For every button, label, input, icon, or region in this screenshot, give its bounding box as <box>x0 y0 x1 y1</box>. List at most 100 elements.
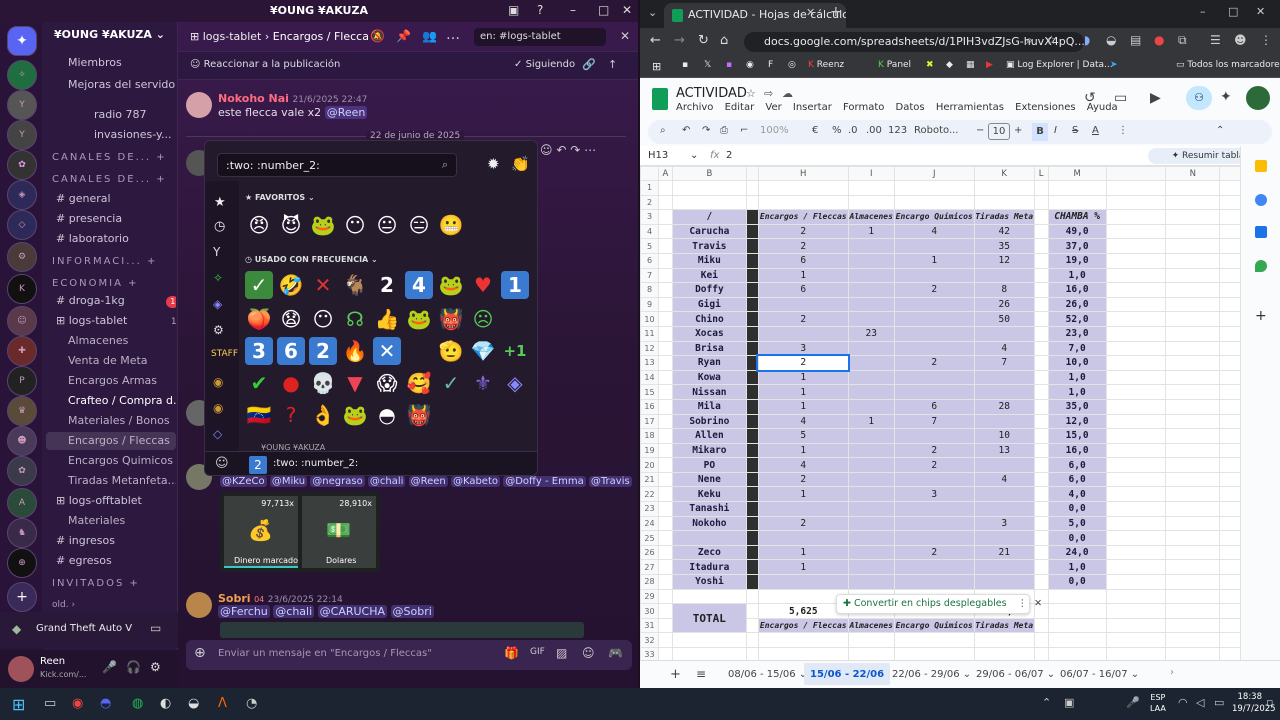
chamba-cell[interactable]: 1,0 <box>1047 559 1107 576</box>
x-button-icon[interactable]: ✕ <box>373 337 401 365</box>
cell[interactable] <box>1165 238 1221 254</box>
mention[interactable]: @Sobri <box>390 605 434 618</box>
cell[interactable] <box>1165 442 1221 459</box>
cell[interactable] <box>1165 457 1221 473</box>
cell[interactable] <box>1105 501 1167 517</box>
nauseated-icon[interactable]: ☹ <box>469 305 497 333</box>
value-cell[interactable] <box>973 559 1035 576</box>
cell[interactable] <box>745 398 759 415</box>
row-header[interactable]: 11 <box>640 325 659 342</box>
value-cell[interactable] <box>973 501 1035 517</box>
cell[interactable] <box>745 296 759 313</box>
spotify-icon[interactable]: ◍ <box>132 696 143 711</box>
value-cell[interactable] <box>847 442 895 459</box>
cell[interactable] <box>847 180 895 196</box>
members-item[interactable]: Miembros <box>46 54 176 72</box>
value-cell[interactable]: 1 <box>757 559 849 576</box>
cell[interactable] <box>1105 355 1167 371</box>
name-cell[interactable]: Brisa <box>671 340 747 357</box>
value-cell[interactable] <box>847 559 895 576</box>
chamba-cell[interactable]: 1,0 <box>1047 384 1107 400</box>
column-header[interactable]: L <box>1033 166 1049 181</box>
value-cell[interactable]: 1 <box>847 223 895 240</box>
column-header[interactable]: I <box>847 166 895 181</box>
scroll-arrow-icon[interactable]: › <box>1170 667 1174 678</box>
name-cell[interactable]: Travis <box>671 238 747 254</box>
value-cell[interactable]: 13 <box>973 442 1035 459</box>
server-icon[interactable]: ✿ <box>7 150 37 180</box>
help-icon[interactable]: ? <box>537 3 543 17</box>
column-header[interactable]: N <box>1165 166 1221 181</box>
ok-hand-icon[interactable]: 👌 <box>309 401 337 429</box>
arrow-up-icon[interactable]: ↑ <box>608 58 617 71</box>
bookmark-icon[interactable]: F <box>768 60 773 70</box>
gemini-icon[interactable]: ✦ <box>1220 89 1232 105</box>
row-header[interactable]: 10 <box>640 311 659 327</box>
chamba-cell[interactable]: 4,0 <box>1047 486 1107 503</box>
cell[interactable] <box>745 471 759 488</box>
cell[interactable] <box>1033 632 1049 648</box>
name-cell[interactable] <box>671 530 747 546</box>
cell[interactable] <box>745 457 759 473</box>
number-2-icon[interactable]: 2 <box>373 271 401 299</box>
value-cell[interactable]: 1 <box>893 252 975 269</box>
server-emoji-icon[interactable]: Y <box>213 245 220 259</box>
column-title[interactable]: Almacenes <box>847 209 895 225</box>
cell[interactable] <box>745 355 759 371</box>
value-cell[interactable] <box>893 574 975 590</box>
menu-item[interactable]: Formato <box>843 102 884 113</box>
cell[interactable] <box>745 544 759 561</box>
cell[interactable] <box>973 632 1035 648</box>
cell[interactable] <box>657 282 673 298</box>
row-header[interactable]: 27 <box>640 559 659 576</box>
server-icon[interactable]: ⚙ <box>7 242 37 272</box>
value-cell[interactable]: 2 <box>893 355 975 371</box>
cell[interactable] <box>1165 194 1221 211</box>
number-format-icon[interactable]: 123 <box>888 125 907 136</box>
chamba-cell[interactable]: 1,0 <box>1047 369 1107 386</box>
mic-muted-icon[interactable]: 🎤 <box>102 660 117 674</box>
members-icon[interactable]: 👥 <box>422 29 437 43</box>
ogre-icon[interactable]: 👹 <box>405 401 433 429</box>
value-cell[interactable] <box>973 369 1035 386</box>
value-cell[interactable]: 21 <box>973 544 1035 561</box>
bookmark-icon[interactable]: ◉ <box>746 60 754 70</box>
bookmark-icon[interactable]: ▪ <box>682 60 688 70</box>
value-cell[interactable] <box>847 544 895 561</box>
channel-breadcrumb[interactable]: ⊞ logs-tablet › Encargos / Flecca <box>190 30 369 43</box>
value-cell[interactable]: 3 <box>893 486 975 503</box>
tab-search-icon[interactable]: ⌄ <box>648 6 657 19</box>
gear-icon[interactable]: ⚙ <box>150 660 161 674</box>
cell[interactable] <box>1033 457 1049 473</box>
wifi-icon[interactable]: ◠ <box>1178 696 1188 709</box>
name-cell[interactable]: Nokoho <box>671 515 747 532</box>
increase-decimals-icon[interactable]: .00 <box>866 125 882 136</box>
chamba-cell[interactable]: 52,0 <box>1047 311 1107 327</box>
bookmark-panel[interactable]: K Panel <box>878 60 911 70</box>
name-cell[interactable]: Keku <box>671 486 747 503</box>
server-emoji-icon[interactable]: STAFF <box>211 349 238 359</box>
youtube-icon[interactable]: ▶ <box>986 60 993 70</box>
mention[interactable]: @Reen <box>408 476 448 487</box>
channel-general[interactable]: # general <box>46 190 176 208</box>
cell[interactable] <box>1165 544 1221 561</box>
taskbar-app-icon[interactable]: ▭ <box>44 696 56 711</box>
name-cell[interactable]: Yoshi <box>671 574 747 590</box>
cloud-icon[interactable]: ☁ <box>782 87 793 100</box>
goat-icon[interactable]: 🐐 <box>341 271 369 299</box>
sheet-tab[interactable]: 06/07 - 16/07 ⌄ <box>1060 669 1139 680</box>
decrease-decimals-icon[interactable]: .0 <box>848 125 858 136</box>
value-cell[interactable]: 2 <box>757 238 849 254</box>
cell[interactable] <box>657 428 673 444</box>
cell[interactable] <box>657 544 673 561</box>
account-avatar[interactable] <box>1246 86 1270 110</box>
thread-item[interactable]: Encargos Quimicos <box>46 452 176 470</box>
name-cell[interactable]: Ryan <box>671 355 747 371</box>
cell[interactable] <box>1033 544 1049 561</box>
bookmark-icon[interactable]: ◆ <box>946 60 953 70</box>
value-cell[interactable]: 2 <box>893 442 975 459</box>
cell[interactable] <box>1105 384 1167 400</box>
tongue-icon[interactable]: ▼ <box>341 369 369 397</box>
server-icon[interactable]: Y <box>7 90 37 120</box>
mention[interactable]: @KZeCo <box>220 476 267 487</box>
